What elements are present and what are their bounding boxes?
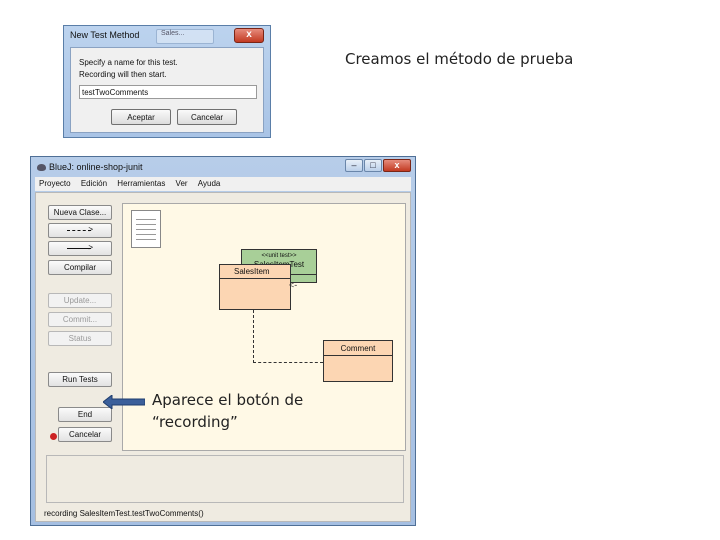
run-tests-button[interactable]: Run Tests bbox=[48, 372, 112, 387]
caption-create-test-method: Creamos el método de prueba bbox=[345, 50, 574, 68]
menu-proyecto[interactable]: Proyecto bbox=[39, 179, 71, 188]
ok-button[interactable]: Aceptar bbox=[111, 109, 171, 125]
dependency-line bbox=[253, 362, 323, 363]
commit-button[interactable]: Commit... bbox=[48, 312, 112, 327]
window-title-text: BlueJ: online-shop-junit bbox=[49, 162, 143, 172]
dialog-message-line1: Specify a name for this test. bbox=[79, 58, 178, 67]
menu-edicion[interactable]: Edición bbox=[81, 179, 107, 188]
annotation-line1: Aparece el botón de bbox=[152, 391, 304, 409]
uses-arrow-button[interactable]: > bbox=[48, 223, 112, 238]
dialog-title: New Test Method bbox=[70, 30, 140, 40]
annotation-line2: “recording” bbox=[152, 413, 238, 431]
comment-name: Comment bbox=[340, 344, 376, 353]
update-button[interactable]: Update... bbox=[48, 293, 112, 308]
dependency-arrow-icon: <- bbox=[289, 280, 298, 290]
status-button[interactable]: Status bbox=[48, 331, 112, 346]
new-test-method-dialog: New Test Method Sales... x Specify a nam… bbox=[63, 25, 271, 138]
menu-herramientas[interactable]: Herramientas bbox=[117, 179, 165, 188]
cancel-recording-button[interactable]: Cancelar bbox=[58, 427, 112, 442]
pointer-arrow-icon bbox=[103, 395, 145, 409]
dialog-titlebar[interactable]: New Test Method Sales... x bbox=[64, 26, 270, 46]
menu-ver[interactable]: Ver bbox=[176, 179, 188, 188]
arrowhead-icon: > bbox=[88, 225, 93, 234]
window-close-button[interactable]: x bbox=[383, 159, 411, 172]
test-name-input[interactable]: testTwoComments bbox=[79, 85, 257, 99]
dialog-close-button[interactable]: x bbox=[234, 28, 264, 43]
maximize-button[interactable]: □ bbox=[364, 159, 382, 172]
compile-button[interactable]: Compilar bbox=[48, 260, 112, 275]
background-tab-label: Sales... bbox=[161, 30, 185, 37]
bluej-bug-icon bbox=[37, 164, 46, 171]
bluej-window: BlueJ: online-shop-junit – □ x Proyecto … bbox=[30, 156, 416, 526]
end-recording-button[interactable]: End bbox=[58, 407, 112, 422]
class-salesitem[interactable]: SalesItem bbox=[219, 264, 291, 310]
status-bar-text: recording SalesItemTest.testTwoComments(… bbox=[44, 509, 204, 518]
dialog-message-line2: Recording will then start. bbox=[79, 70, 167, 79]
readme-document-icon[interactable] bbox=[131, 210, 161, 248]
salesitem-name: SalesItem bbox=[234, 267, 270, 276]
background-window-tab: Sales... bbox=[156, 29, 214, 44]
recording-indicator-icon bbox=[50, 433, 57, 440]
unit-test-stereotype: <<unit test>> bbox=[261, 253, 297, 259]
inherits-arrow-button[interactable]: > bbox=[48, 241, 112, 256]
dependency-line bbox=[253, 310, 254, 363]
cancel-button[interactable]: Cancelar bbox=[177, 109, 237, 125]
object-bench[interactable] bbox=[46, 455, 404, 503]
annotation-recording: Aparece el botón de “recording” bbox=[152, 389, 303, 433]
arrowhead-icon: > bbox=[88, 243, 93, 252]
menu-ayuda[interactable]: Ayuda bbox=[198, 179, 221, 188]
class-comment[interactable]: Comment bbox=[323, 340, 393, 382]
menu-bar: Proyecto Edición Herramientas Ver Ayuda bbox=[35, 177, 411, 191]
minimize-button[interactable]: – bbox=[345, 159, 363, 172]
dialog-body: Specify a name for this test. Recording … bbox=[70, 47, 264, 133]
new-class-button[interactable]: Nueva Clase... bbox=[48, 205, 112, 220]
window-title: BlueJ: online-shop-junit bbox=[37, 162, 143, 172]
main-content: Nueva Clase... > > Compilar Update... Co… bbox=[35, 192, 411, 522]
